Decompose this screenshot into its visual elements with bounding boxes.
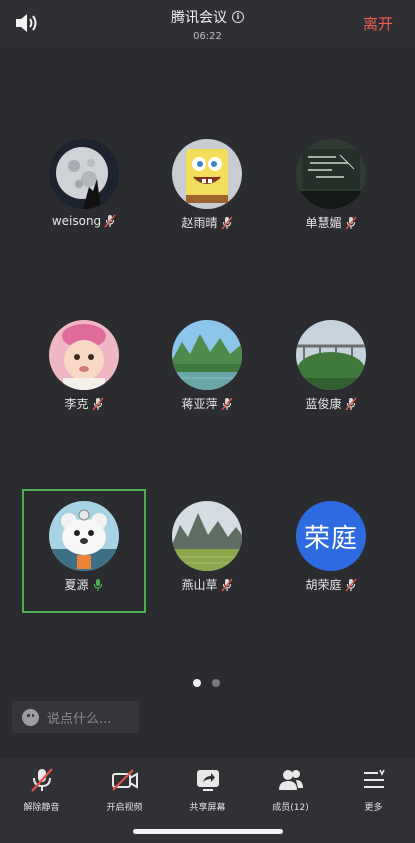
bridge-landscape-avatar <box>296 320 366 390</box>
polar-bear-avatar <box>49 501 119 571</box>
mountain-fields-avatar <box>172 501 242 571</box>
muted-mic-icon <box>220 578 233 591</box>
share-screen-button[interactable]: 共享屏幕 <box>166 766 249 813</box>
participant-name: 赵雨晴 <box>181 216 218 230</box>
participant-name: weisong <box>51 214 102 228</box>
spongebob-avatar <box>172 139 242 209</box>
participant-name: 夏源 <box>64 578 89 592</box>
participant-name: 胡荣庭 <box>305 578 342 592</box>
members-label: 成员(12) <box>272 803 309 813</box>
participant-tile[interactable]: 李克 <box>22 308 146 432</box>
more-label: 更多 <box>364 803 383 813</box>
participant-name: 蓝俊康 <box>305 397 342 411</box>
muted-mic-icon <box>344 578 357 591</box>
chat-placeholder: 说点什么... <box>47 711 112 727</box>
more-menu-icon <box>363 769 385 788</box>
page-dot-active[interactable] <box>193 679 201 687</box>
muted-mic-icon <box>344 216 357 229</box>
page-indicator[interactable] <box>193 679 220 687</box>
participant-tile[interactable]: 燕山草 <box>145 489 269 613</box>
start-video-label: 开启视频 <box>106 803 143 813</box>
participant-tile[interactable]: 单慧媚 <box>269 127 393 251</box>
speaking-mic-icon <box>93 578 102 591</box>
unmute-label: 解除静音 <box>23 803 60 813</box>
muted-mic-icon <box>220 216 233 229</box>
muted-mic-icon <box>344 397 357 410</box>
text-avatar: 荣庭 <box>296 501 366 571</box>
more-button[interactable]: 更多 <box>332 766 415 813</box>
participant-tile[interactable]: 荣庭 胡荣庭 <box>269 489 393 613</box>
participant-name: 蒋亚萍 <box>181 397 218 411</box>
members-icon <box>278 770 303 790</box>
participant-tile[interactable]: 蓝俊康 <box>269 308 393 432</box>
moon-avatar <box>49 139 119 209</box>
participant-tile[interactable]: weisong <box>22 127 146 251</box>
participant-name: 燕山草 <box>181 578 218 592</box>
participant-tile-speaking[interactable]: 夏源 <box>22 489 146 613</box>
start-video-button[interactable]: 开启视频 <box>83 766 166 813</box>
unmute-button[interactable]: 解除静音 <box>0 766 83 813</box>
home-indicator[interactable] <box>133 829 283 834</box>
participant-name: 李克 <box>64 397 89 411</box>
baby-avatar <box>49 320 119 390</box>
participant-tile[interactable]: 蒋亚萍 <box>145 308 269 432</box>
muted-mic-icon <box>91 397 104 410</box>
share-screen-label: 共享屏幕 <box>189 803 226 813</box>
participant-tile[interactable]: 赵雨晴 <box>145 127 269 251</box>
share-screen-icon <box>196 770 219 791</box>
video-off-icon <box>111 769 138 791</box>
chalkboard-avatar <box>296 139 366 209</box>
muted-mic-icon <box>104 214 116 228</box>
participant-name: 单慧媚 <box>305 216 342 230</box>
karst-river-avatar <box>172 320 242 390</box>
muted-mic-icon <box>220 397 233 410</box>
members-button[interactable]: 成员(12) <box>249 766 332 813</box>
emoji-icon[interactable] <box>22 708 39 726</box>
page-dot[interactable] <box>212 679 220 687</box>
muted-microphone-icon <box>30 768 53 792</box>
participant-grid: weisong 赵雨晴 单慧媚 李克 蒋亚萍 蓝俊康 夏源 燕山草 荣庭 胡荣庭 <box>0 0 415 700</box>
chat-input[interactable]: 说点什么... <box>12 701 139 733</box>
